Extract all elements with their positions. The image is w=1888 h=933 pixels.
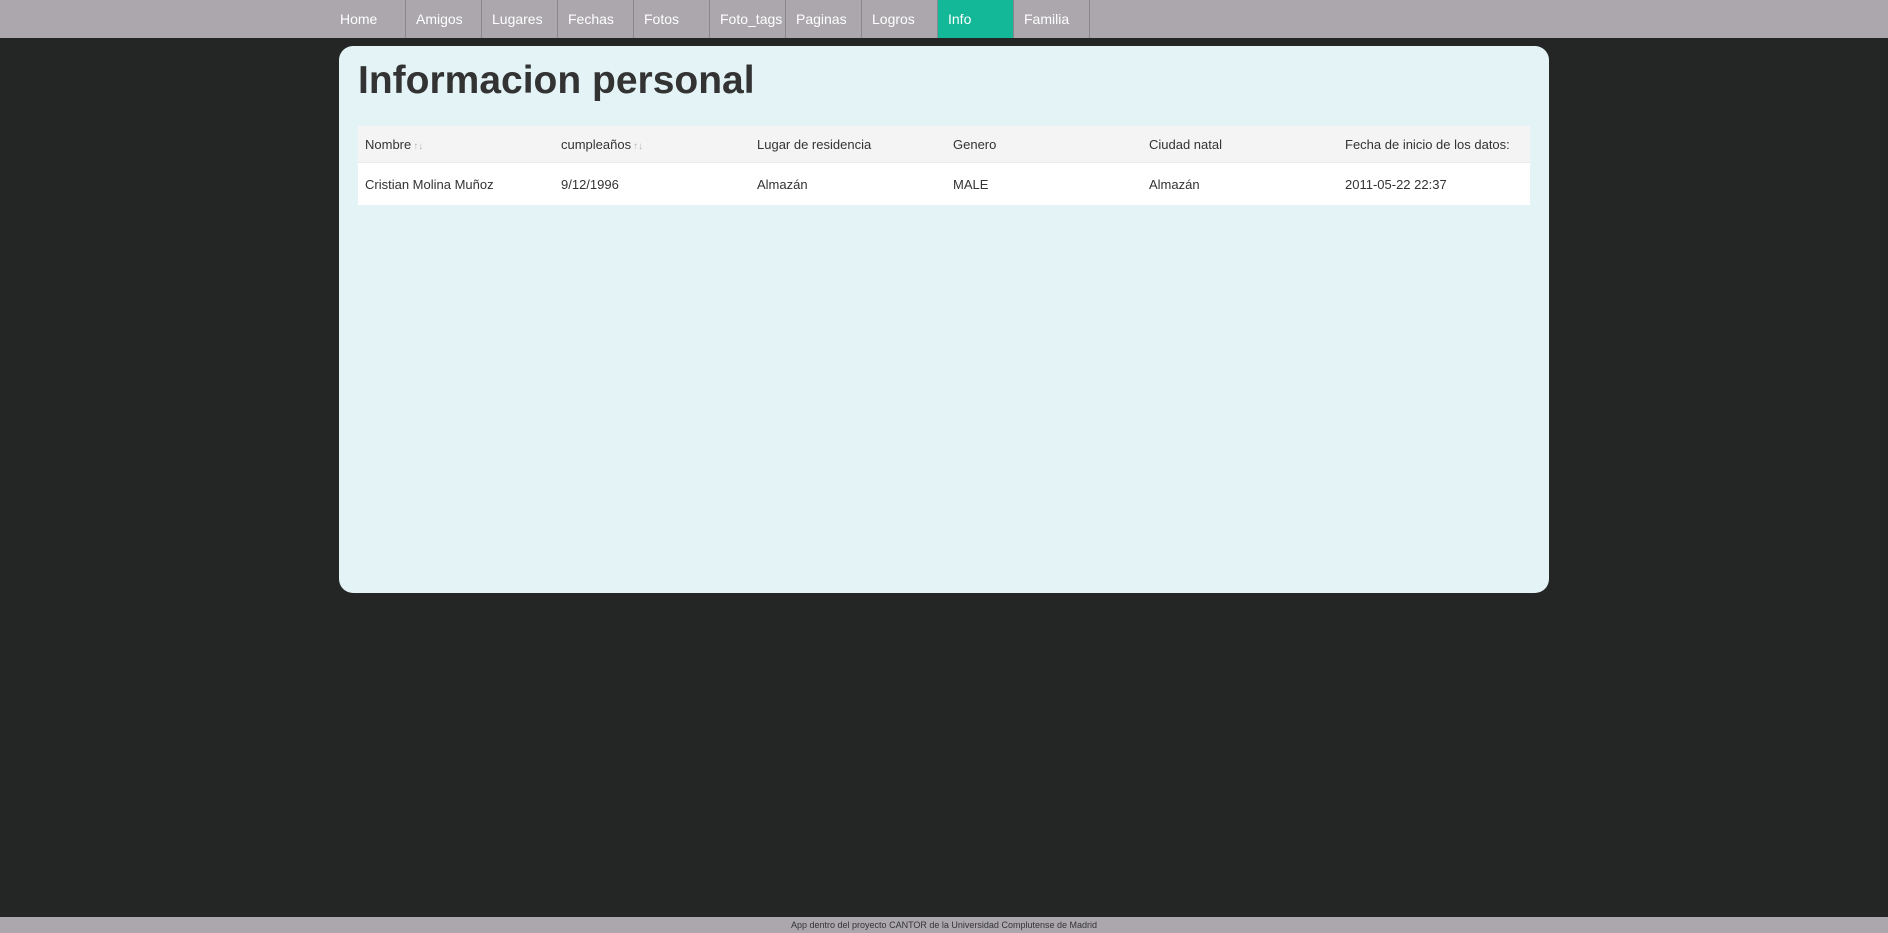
content-panel: Informacion personal Nombre ↑↓ cumpleaños… <box>339 46 1549 593</box>
cell-ciudad-natal: Almazán <box>1142 162 1338 205</box>
column-header-label: cumpleaños <box>561 136 632 152</box>
nav-item-amigos[interactable]: Amigos <box>406 0 482 38</box>
column-header-lugar-residencia: Lugar de residencia <box>750 126 946 163</box>
nav-item-home[interactable]: Home <box>330 0 406 38</box>
page-title: Informacion personal <box>358 59 755 102</box>
cell-genero: MALE <box>946 162 1142 205</box>
column-header-nombre[interactable]: Nombre ↑↓ <box>358 126 554 163</box>
column-header-genero: Genero <box>946 126 1142 163</box>
table-header-row: Nombre ↑↓ cumpleaños ↑↓ Lugar de residenci… <box>358 126 1530 163</box>
column-header-ciudad-natal: Ciudad natal <box>1142 126 1338 163</box>
personal-info-table: Nombre ↑↓ cumpleaños ↑↓ Lugar de residenci… <box>358 126 1530 205</box>
nav-item-info[interactable]: Info <box>938 0 1014 38</box>
nav-item-fechas[interactable]: Fechas <box>558 0 634 38</box>
table-row: Cristian Molina Muñoz 9/12/1996 Almazán … <box>358 162 1530 205</box>
cell-fecha-inicio: 2011-05-22 22:37 <box>1338 162 1530 205</box>
nav-item-fotos[interactable]: Fotos <box>634 0 710 38</box>
nav-item-paginas[interactable]: Paginas <box>786 0 862 38</box>
top-nav-bar: Home Amigos Lugares Fechas Fotos Foto_ta… <box>0 0 1888 38</box>
cell-cumpleanos: 9/12/1996 <box>554 162 750 205</box>
sort-icon[interactable]: ↑↓ <box>413 141 423 152</box>
column-header-label: Nombre <box>365 136 412 152</box>
cell-lugar-residencia: Almazán <box>750 162 946 205</box>
nav-item-lugares[interactable]: Lugares <box>482 0 558 38</box>
cell-nombre: Cristian Molina Muñoz <box>358 162 554 205</box>
nav-item-logros[interactable]: Logros <box>862 0 938 38</box>
footer-credit: App dentro del proyecto CANTOR de la Uni… <box>0 917 1888 933</box>
main-nav: Home Amigos Lugares Fechas Fotos Foto_ta… <box>330 0 1090 38</box>
nav-item-familia[interactable]: Familia <box>1014 0 1090 38</box>
column-header-fecha-inicio: Fecha de inicio de los datos: <box>1338 126 1530 163</box>
sort-icon[interactable]: ↑↓ <box>633 141 643 152</box>
column-header-cumpleanos[interactable]: cumpleaños ↑↓ <box>554 126 750 163</box>
nav-item-foto-tags[interactable]: Foto_tags <box>710 0 786 38</box>
